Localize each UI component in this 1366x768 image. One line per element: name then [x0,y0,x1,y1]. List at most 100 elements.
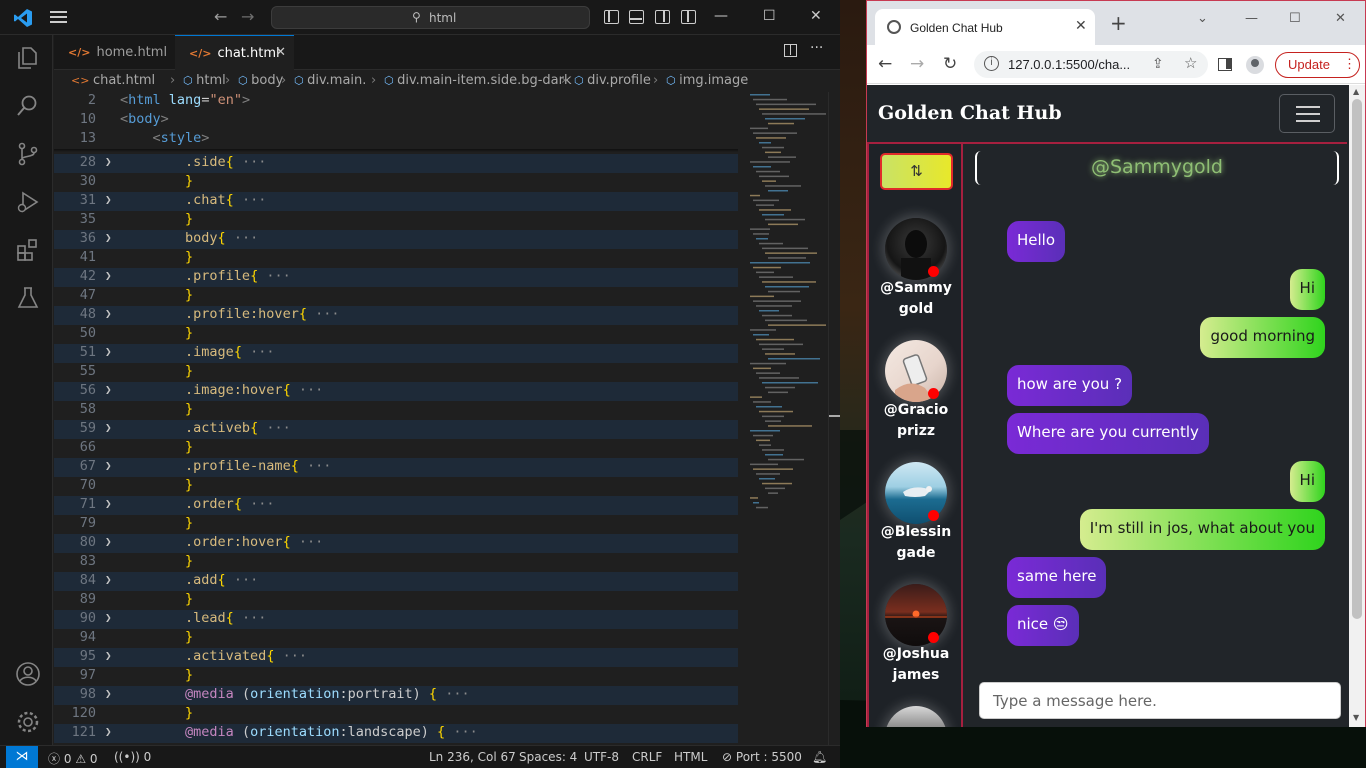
site-info-icon[interactable]: i [984,56,999,71]
fold-chevron-icon[interactable]: ❯ [105,649,112,662]
code-line[interactable]: 67 ❯ .profile-name{ ··· [54,458,738,477]
forward-arrow-icon[interactable]: → [241,7,254,26]
code-line[interactable]: 48 ❯ .profile:hover{ ··· [54,306,738,325]
scrollbar-thumb[interactable] [1352,99,1362,619]
code-line[interactable]: 95 ❯ .activated{ ··· [54,648,738,667]
reload-icon[interactable]: ↻ [943,54,957,74]
scroll-up-icon[interactable]: ▲ [1353,87,1359,96]
testing-flask-icon[interactable] [15,285,41,311]
fold-chevron-icon[interactable]: ❯ [105,383,112,396]
live-server-port[interactable]: ⊘ Port : 5500 [722,750,802,764]
maximize-icon[interactable]: ☐ [763,8,776,24]
navbar-brand[interactable]: Golden Chat Hub [878,102,1062,124]
notifications-bell-icon[interactable]: 🔔︎ [812,750,827,764]
explorer-icon[interactable] [15,45,41,71]
toggle-secondary-sidebar-icon[interactable] [655,10,670,24]
code-line[interactable]: 79 } [54,515,738,534]
extensions-icon[interactable] [15,237,41,263]
fold-chevron-icon[interactable]: ❯ [105,611,112,624]
code-line[interactable]: 94 } [54,629,738,648]
new-tab-plus-icon[interactable]: + [1110,13,1127,33]
fold-chevron-icon[interactable]: ❯ [105,725,112,738]
profile-avatar-icon[interactable] [1246,56,1264,74]
fold-chevron-icon[interactable]: ❯ [105,231,112,244]
toggle-primary-sidebar-icon[interactable] [604,10,619,24]
remote-indicator-icon[interactable]: ⋊ [6,746,38,768]
breadcrumb-element[interactable]: ⬡ div.main. [294,73,366,88]
minimize-icon[interactable]: — [714,8,728,24]
code-line[interactable]: 97 } [54,667,738,686]
code-line[interactable]: 56 ❯ .image:hover{ ··· [54,382,738,401]
code-line[interactable]: 71 ❯ .order{ ··· [54,496,738,515]
ports-indicator[interactable]: ((•)) 0 [114,750,151,764]
fold-chevron-icon[interactable]: ❯ [105,459,112,472]
more-actions-icon[interactable]: ··· [810,40,823,56]
address-bar[interactable]: i 127.0.0.1:5500/cha... ⇪ ☆ [974,51,1208,78]
minimize-icon[interactable]: — [1245,11,1258,26]
command-center-search[interactable]: ⚲ html [271,6,590,29]
code-line[interactable]: 41 } [54,249,738,268]
code-line[interactable]: 80 ❯ .order:hover{ ··· [54,534,738,553]
fold-chevron-icon[interactable]: ❯ [105,155,112,168]
page-scrollbar[interactable]: ▲ ▼ [1349,85,1365,727]
code-editor[interactable]: 2 <html lang="en"> 10 <body> 13 <style> … [54,92,738,745]
breadcrumb-element[interactable]: ⬡ html [183,73,226,88]
fold-chevron-icon[interactable]: ❯ [105,193,112,206]
share-icon[interactable]: ⇪ [1152,55,1164,72]
code-line[interactable]: 51 ❯ .image{ ··· [54,344,738,363]
toggle-panel-icon[interactable] [629,10,644,24]
language-mode[interactable]: HTML [674,750,707,764]
message-input[interactable]: Type a message here. [979,682,1341,719]
search-icon[interactable] [15,93,41,119]
fold-chevron-icon[interactable]: ❯ [105,269,112,282]
code-line[interactable]: 70 } [54,477,738,496]
fold-chevron-icon[interactable]: ❯ [105,497,112,510]
tab-search-chevron-icon[interactable]: ⌄ [1197,11,1208,26]
menu-icon[interactable] [50,9,68,25]
code-line[interactable]: 36 ❯ body{ ··· [54,230,738,249]
forward-arrow-icon[interactable]: → [910,54,924,74]
breadcrumb-element[interactable]: ⬡ img.image [666,73,748,88]
navbar-toggler-button[interactable] [1279,94,1335,133]
code-line[interactable]: 42 ❯ .profile{ ··· [54,268,738,287]
settings-gear-icon[interactable] [15,709,41,735]
fold-chevron-icon[interactable]: ❯ [105,573,112,586]
close-window-icon[interactable]: ✕ [1335,11,1346,26]
code-line[interactable]: 50 } [54,325,738,344]
problems-indicator[interactable]: ⓧ 0 ⚠ 0 [48,750,98,767]
code-line[interactable]: 66 } [54,439,738,458]
fold-chevron-icon[interactable]: ❯ [105,535,112,548]
code-line[interactable]: 98 ❯ @media (orientation:portrait) { ··· [54,686,738,705]
code-line[interactable]: 83 } [54,553,738,572]
fold-chevron-icon[interactable]: ❯ [105,345,112,358]
fold-chevron-icon[interactable]: ❯ [105,421,112,434]
encoding[interactable]: UTF-8 [584,750,619,764]
code-line[interactable]: 121 ❯ @media (orientation:landscape) { ··… [54,724,738,743]
browser-tab[interactable]: Golden Chat Hub ✕ [875,9,1095,45]
tab-home-html[interactable]: </> home.html [54,35,175,70]
update-button[interactable]: Update ⋮ [1275,52,1360,78]
line-ending[interactable]: CRLF [632,750,662,764]
order-button[interactable]: ⇅ [880,153,953,190]
profile-gracioprizz[interactable]: @Gracio prizz [869,340,961,450]
code-line[interactable]: 120 } [54,705,738,724]
code-line[interactable]: 84 ❯ .add{ ··· [54,572,738,591]
source-control-icon[interactable] [15,141,41,167]
code-line[interactable]: 47 } [54,287,738,306]
breadcrumb-element[interactable]: ⬡ body [238,73,283,88]
profile-joshuajames[interactable]: @Joshua james [869,584,961,694]
profile-sammygold[interactable]: @Sammy gold [869,218,961,328]
indentation[interactable]: Spaces: 4 [519,750,577,764]
side-panel-icon[interactable] [1218,58,1232,71]
code-line[interactable]: 55 } [54,363,738,382]
back-arrow-icon[interactable]: ← [878,54,892,74]
run-debug-icon[interactable] [15,189,41,215]
cursor-position[interactable]: Ln 236, Col 67 [429,750,516,764]
fold-chevron-icon[interactable]: ❯ [105,307,112,320]
code-line[interactable]: 28 ❯ .side{ ··· [54,154,738,173]
code-line[interactable]: 31 ❯ .chat{ ··· [54,192,738,211]
editor-scrollbar[interactable] [828,92,841,745]
breadcrumb-file[interactable]: <> chat.html [71,73,155,88]
code-line[interactable]: 35 } [54,211,738,230]
close-window-icon[interactable]: ✕ [810,8,822,24]
